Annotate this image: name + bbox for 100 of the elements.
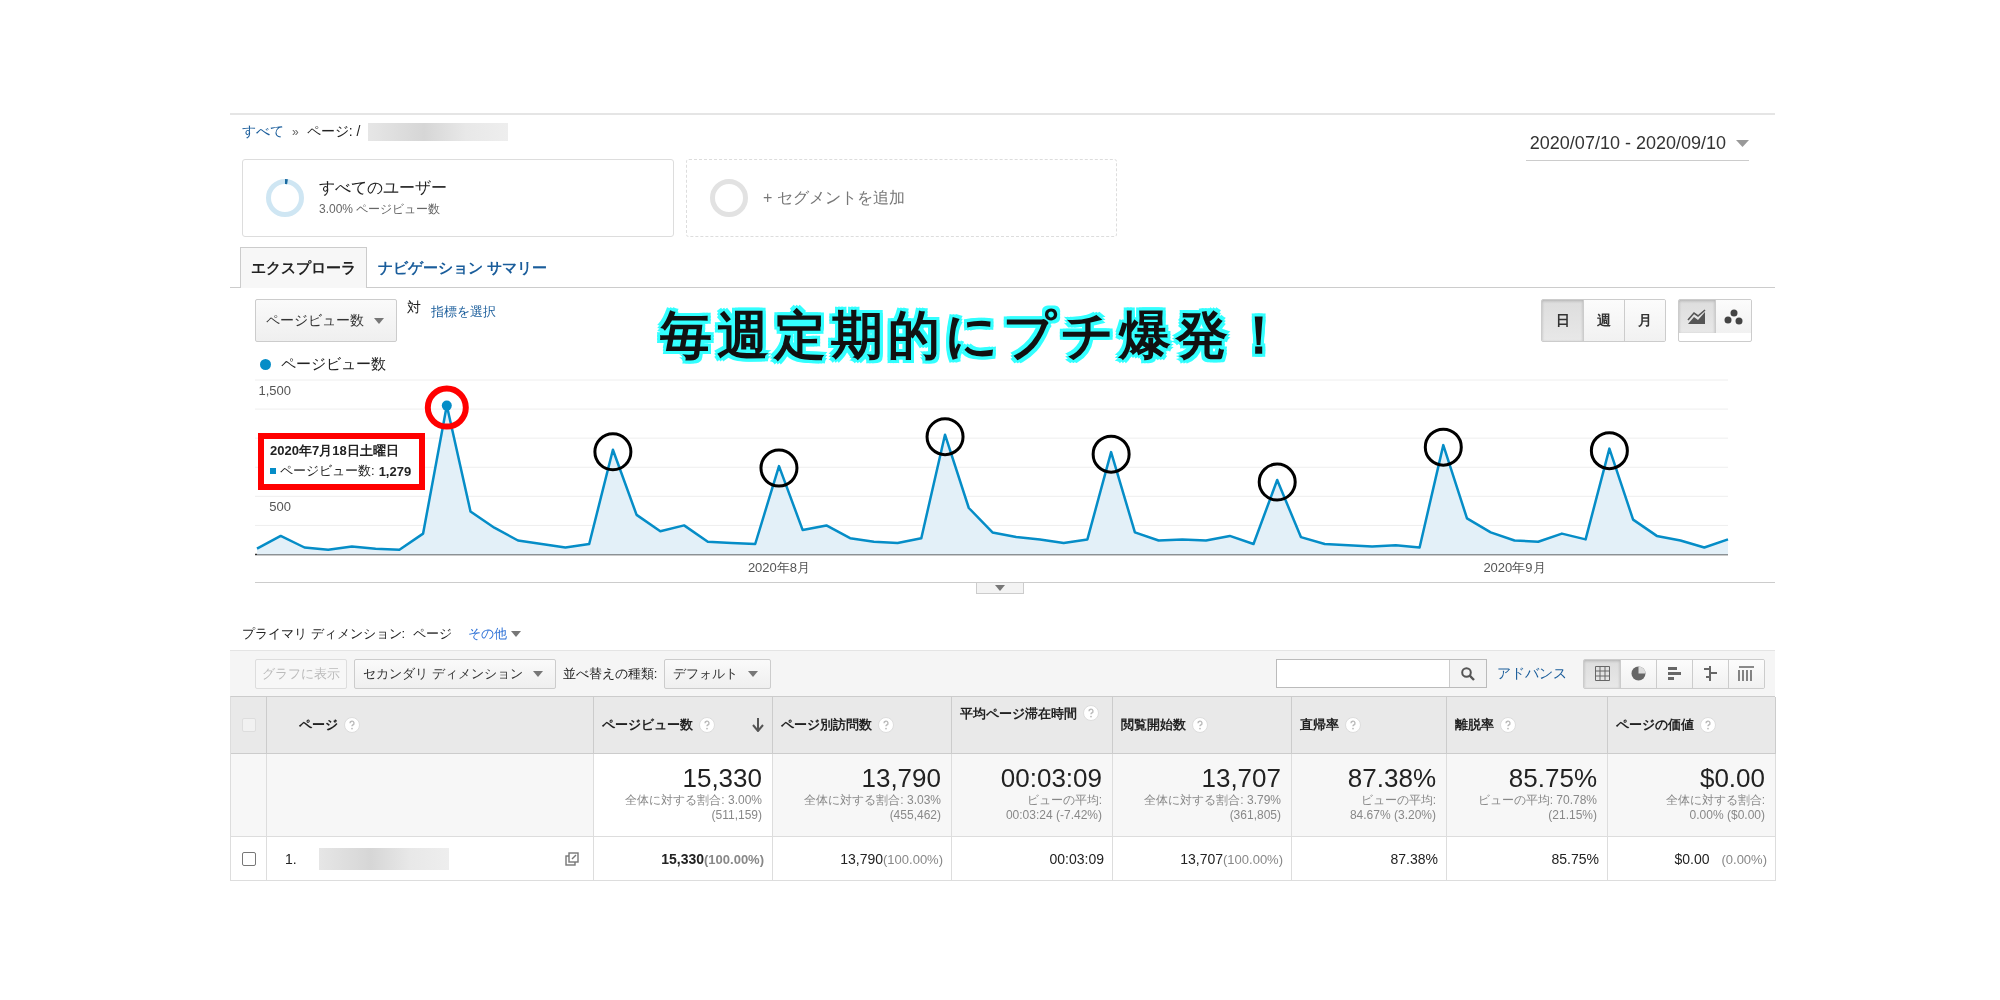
column-header[interactable]: 閲覧開始数 — [1121, 716, 1186, 734]
total-note: 全体に対する割合: — [1665, 792, 1765, 809]
table-cell: 85.75% — [1447, 837, 1608, 881]
segment-title: すべてのユーザー — [319, 178, 447, 198]
total-note: (455,462) — [889, 808, 941, 824]
advanced-link[interactable]: アドバンス — [1497, 664, 1567, 683]
caret-icon — [511, 631, 522, 637]
table-cell: 87.38% — [1292, 837, 1447, 881]
series-marker-icon — [270, 468, 276, 474]
segment-card[interactable]: + セグメントを追加 — [686, 159, 1117, 237]
total-note: ビューの平均: — [1360, 792, 1436, 809]
total-note: 0.00% ($0.00) — [1689, 808, 1765, 824]
sort-type-label: 並べ替えの種類: — [562, 664, 658, 683]
row-checkbox[interactable] — [241, 851, 256, 866]
axis-label: 1,500 — [258, 383, 291, 398]
total-note: 全体に対する割合: 3.79% — [1144, 792, 1281, 809]
date-range-picker[interactable]: 2020/07/10 - 2020/09/10 — [1525, 129, 1749, 161]
period-button[interactable]: 月 — [1624, 300, 1665, 341]
breadcrumb-link[interactable]: すべて — [242, 123, 284, 141]
view-button[interactable] — [1728, 659, 1764, 688]
period-button[interactable]: 日 — [1542, 300, 1583, 341]
axis-label: 2020年8月 — [747, 560, 811, 575]
bar-chart-icon — [1667, 666, 1682, 681]
breadcrumb-separator: » — [292, 125, 299, 139]
total-value: $0.00 — [1699, 764, 1765, 793]
total-note: (511,159) — [711, 808, 762, 824]
view-button[interactable] — [1620, 659, 1656, 688]
total-value: 13,707 — [1201, 764, 1281, 793]
total-note: (21.15%) — [1548, 808, 1597, 824]
tab[interactable]: ナビゲーション サマリー — [367, 247, 559, 288]
column-header[interactable]: 直帰率 — [1300, 716, 1339, 734]
sort-arrow-icon[interactable] — [752, 718, 764, 732]
caret-icon — [748, 670, 759, 677]
caret-icon — [374, 317, 384, 324]
search-field[interactable] — [1276, 659, 1487, 688]
column-header[interactable]: 平均ページ滞在時間 — [960, 705, 1077, 723]
table-cell: 15,330(100.00%) — [594, 837, 773, 881]
axis-label: 500 — [269, 499, 291, 515]
segment-card[interactable]: すべてのユーザー 3.00% ページビュー数 — [242, 159, 674, 237]
view-button[interactable] — [1656, 659, 1692, 688]
view-button[interactable] — [1692, 659, 1728, 688]
collapse-handle[interactable] — [976, 583, 1024, 594]
legend-dot — [260, 358, 271, 370]
pivot-icon — [1738, 666, 1755, 681]
total-value: 87.38% — [1347, 764, 1436, 793]
primary-dimension-label: プライマリ ディメンション: — [242, 625, 406, 643]
total-note: 84.67% (3.20%) — [1349, 808, 1436, 824]
external-link-icon[interactable] — [565, 851, 579, 866]
total-note: (361,805) — [1229, 808, 1281, 824]
row-number: 1. — [285, 850, 297, 867]
sort-dropdown[interactable]: デフォルト — [664, 658, 772, 689]
headline-text: 毎週定期的にプチ爆発！ — [660, 304, 1290, 367]
line-chart-icon — [1687, 308, 1707, 325]
bubbles-icon — [1723, 308, 1744, 325]
table-cell: 00:03:09 — [952, 837, 1113, 881]
segment-ring-icon — [265, 178, 305, 218]
column-header[interactable]: ページ — [299, 716, 338, 734]
search-icon — [1461, 666, 1475, 681]
axis-label: 2020年9月 — [1483, 560, 1546, 575]
total-note: 00:03:24 (-7.42%) — [1005, 808, 1102, 824]
caret-icon — [532, 670, 543, 677]
hover-point — [441, 400, 452, 411]
legend-label: ページビュー数 — [281, 354, 386, 374]
table-cell: $0.00 (0.00%) — [1608, 837, 1776, 881]
total-value: 00:03:09 — [1000, 764, 1102, 793]
column-header[interactable]: ページ別訪問数 — [781, 716, 872, 734]
select-metric-link[interactable]: 指標を選択 — [431, 303, 496, 321]
segment-ring-icon — [709, 178, 749, 218]
segment-title: + セグメントを追加 — [763, 187, 905, 208]
caret-icon — [995, 585, 1005, 591]
grid-icon — [1594, 666, 1610, 681]
secondary-dimension-dropdown[interactable]: セカンダリ ディメンション — [354, 658, 556, 689]
total-value: 13,790 — [861, 764, 941, 793]
versus-label: 対 — [407, 299, 421, 317]
tab[interactable]: エクスプローラ — [240, 247, 367, 288]
total-value: 85.75% — [1508, 764, 1597, 793]
column-header[interactable]: ページビュー数 — [602, 716, 693, 734]
metric-dropdown[interactable]: ページビュー数 — [255, 299, 397, 342]
tooltip-date: 2020年7月18日土曜日 — [270, 442, 400, 460]
chart-type-button[interactable] — [1679, 300, 1715, 333]
segment-subtitle: 3.00% ページビュー数 — [319, 201, 442, 218]
caret-icon — [1736, 140, 1749, 147]
tooltip-label: ページビュー数: — [280, 462, 375, 480]
column-header[interactable]: ページの価値 — [1616, 716, 1694, 734]
other-dimension-link[interactable]: その他 — [468, 625, 522, 643]
total-value: 15,330 — [682, 764, 762, 793]
search-button[interactable] — [1449, 660, 1486, 687]
breadcrumb-current: ページ: / — [306, 123, 361, 141]
view-button[interactable] — [1584, 659, 1620, 688]
table-cell: 13,707(100.00%) — [1113, 837, 1292, 881]
tooltip-value: 1,279 — [378, 463, 412, 479]
total-note: ビューの平均: 70.78% — [1477, 792, 1597, 809]
chart-type-button[interactable] — [1715, 300, 1751, 333]
column-header[interactable]: 離脱率 — [1455, 716, 1494, 734]
date-range: 2020/07/10 - 2020/09/10 — [1529, 133, 1726, 154]
total-note: 全体に対する割合: 3.00% — [625, 792, 762, 809]
period-button[interactable]: 週 — [1583, 300, 1624, 341]
total-note: 全体に対する割合: 3.03% — [804, 792, 941, 809]
comparison-icon — [1703, 666, 1718, 681]
primary-dimension-value: ページ — [413, 625, 453, 643]
